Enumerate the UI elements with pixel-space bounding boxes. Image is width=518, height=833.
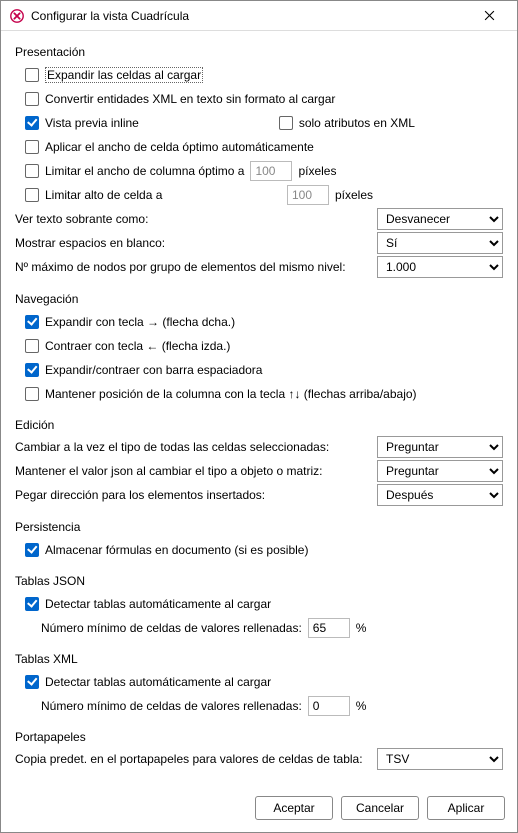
- label-expand-right: Expandir con tecla → (flecha dcha.): [45, 315, 235, 329]
- group-edition: Edición: [15, 418, 503, 432]
- checkbox-inline-preview[interactable]: [25, 116, 39, 130]
- select-change-type[interactable]: Preguntar: [377, 436, 503, 458]
- select-max-nodes[interactable]: 1.000: [377, 256, 503, 278]
- close-icon: [484, 10, 495, 21]
- group-navigation: Navegación: [15, 292, 503, 306]
- input-row-height[interactable]: [287, 185, 329, 205]
- checkbox-convert-entities[interactable]: [25, 92, 39, 106]
- app-icon: [9, 8, 25, 24]
- checkbox-spacebar[interactable]: [25, 363, 39, 377]
- label-limit-row-height: Limitar alto de celda a: [45, 188, 281, 202]
- checkbox-keep-col-pos[interactable]: [25, 387, 39, 401]
- label-expand-cells: Expandir las celdas al cargar: [45, 67, 203, 83]
- label-overflow: Ver texto sobrante como:: [15, 212, 148, 226]
- checkbox-only-attributes[interactable]: [279, 116, 293, 130]
- label-px-2: píxeles: [335, 188, 373, 202]
- label-json-min-cells: Número mínimo de celdas de valores relle…: [41, 621, 302, 635]
- label-inline-preview: Vista previa inline: [45, 116, 139, 130]
- checkbox-limit-col-width[interactable]: [25, 164, 39, 178]
- close-button[interactable]: [469, 1, 509, 31]
- group-clipboard: Portapapeles: [15, 730, 503, 744]
- select-keep-json[interactable]: Preguntar: [377, 460, 503, 482]
- checkbox-expand-right[interactable]: [25, 315, 39, 329]
- dialog-buttons: Aceptar Cancelar Aplicar: [1, 788, 517, 832]
- label-json-detect: Detectar tablas automáticamente al carga…: [45, 597, 271, 611]
- label-change-type: Cambiar a la vez el tipo de todas las ce…: [15, 440, 329, 454]
- checkbox-store-formulas[interactable]: [25, 543, 39, 557]
- input-col-width[interactable]: [250, 161, 292, 181]
- titlebar: Configurar la vista Cuadrícula: [1, 1, 517, 31]
- label-optimal-width: Aplicar el ancho de celda óptimo automát…: [45, 140, 314, 154]
- group-json-tables: Tablas JSON: [15, 574, 503, 588]
- checkbox-collapse-left[interactable]: [25, 339, 39, 353]
- checkbox-limit-row-height[interactable]: [25, 188, 39, 202]
- label-limit-col-width: Limitar el ancho de columna óptimo a: [45, 164, 244, 178]
- apply-button[interactable]: Aplicar: [427, 796, 505, 820]
- select-overflow[interactable]: Desvanecer: [377, 208, 503, 230]
- checkbox-expand-cells[interactable]: [25, 68, 39, 82]
- label-json-percent: %: [356, 621, 367, 635]
- dialog-content: Presentación Expandir las celdas al carg…: [1, 31, 517, 788]
- label-keep-col-pos: Mantener posición de la columna con la t…: [45, 387, 417, 401]
- input-json-min-cells[interactable]: [308, 618, 350, 638]
- label-only-attributes: solo atributos en XML: [299, 116, 415, 130]
- label-keep-json: Mantener el valor json al cambiar el tip…: [15, 464, 322, 478]
- label-px-1: píxeles: [298, 164, 336, 178]
- window-title: Configurar la vista Cuadrícula: [31, 9, 469, 23]
- label-store-formulas: Almacenar fórmulas en documento (si es p…: [45, 543, 308, 557]
- label-paste-dir: Pegar dirección para los elementos inser…: [15, 488, 265, 502]
- label-xml-min-cells: Número mínimo de celdas de valores relle…: [41, 699, 302, 713]
- label-convert-entities: Convertir entidades XML en texto sin for…: [45, 92, 335, 106]
- checkbox-xml-detect[interactable]: [25, 675, 39, 689]
- label-whitespace: Mostrar espacios en blanco:: [15, 236, 165, 250]
- checkbox-json-detect[interactable]: [25, 597, 39, 611]
- label-spacebar: Expandir/contraer con barra espaciadora: [45, 363, 262, 377]
- label-xml-detect: Detectar tablas automáticamente al carga…: [45, 675, 271, 689]
- input-xml-min-cells[interactable]: [308, 696, 350, 716]
- group-xml-tables: Tablas XML: [15, 652, 503, 666]
- label-default-copy: Copia predet. en el portapapeles para va…: [15, 752, 363, 766]
- label-xml-percent: %: [356, 699, 367, 713]
- group-persistence: Persistencia: [15, 520, 503, 534]
- select-whitespace[interactable]: Sí: [377, 232, 503, 254]
- select-default-copy[interactable]: TSV: [377, 748, 503, 770]
- checkbox-optimal-width[interactable]: [25, 140, 39, 154]
- ok-button[interactable]: Aceptar: [255, 796, 333, 820]
- cancel-button[interactable]: Cancelar: [341, 796, 419, 820]
- label-max-nodes: Nº máximo de nodos por grupo de elemento…: [15, 260, 346, 274]
- group-presentation: Presentación: [15, 45, 503, 59]
- select-paste-dir[interactable]: Después: [377, 484, 503, 506]
- label-collapse-left: Contraer con tecla ← (flecha izda.): [45, 339, 230, 353]
